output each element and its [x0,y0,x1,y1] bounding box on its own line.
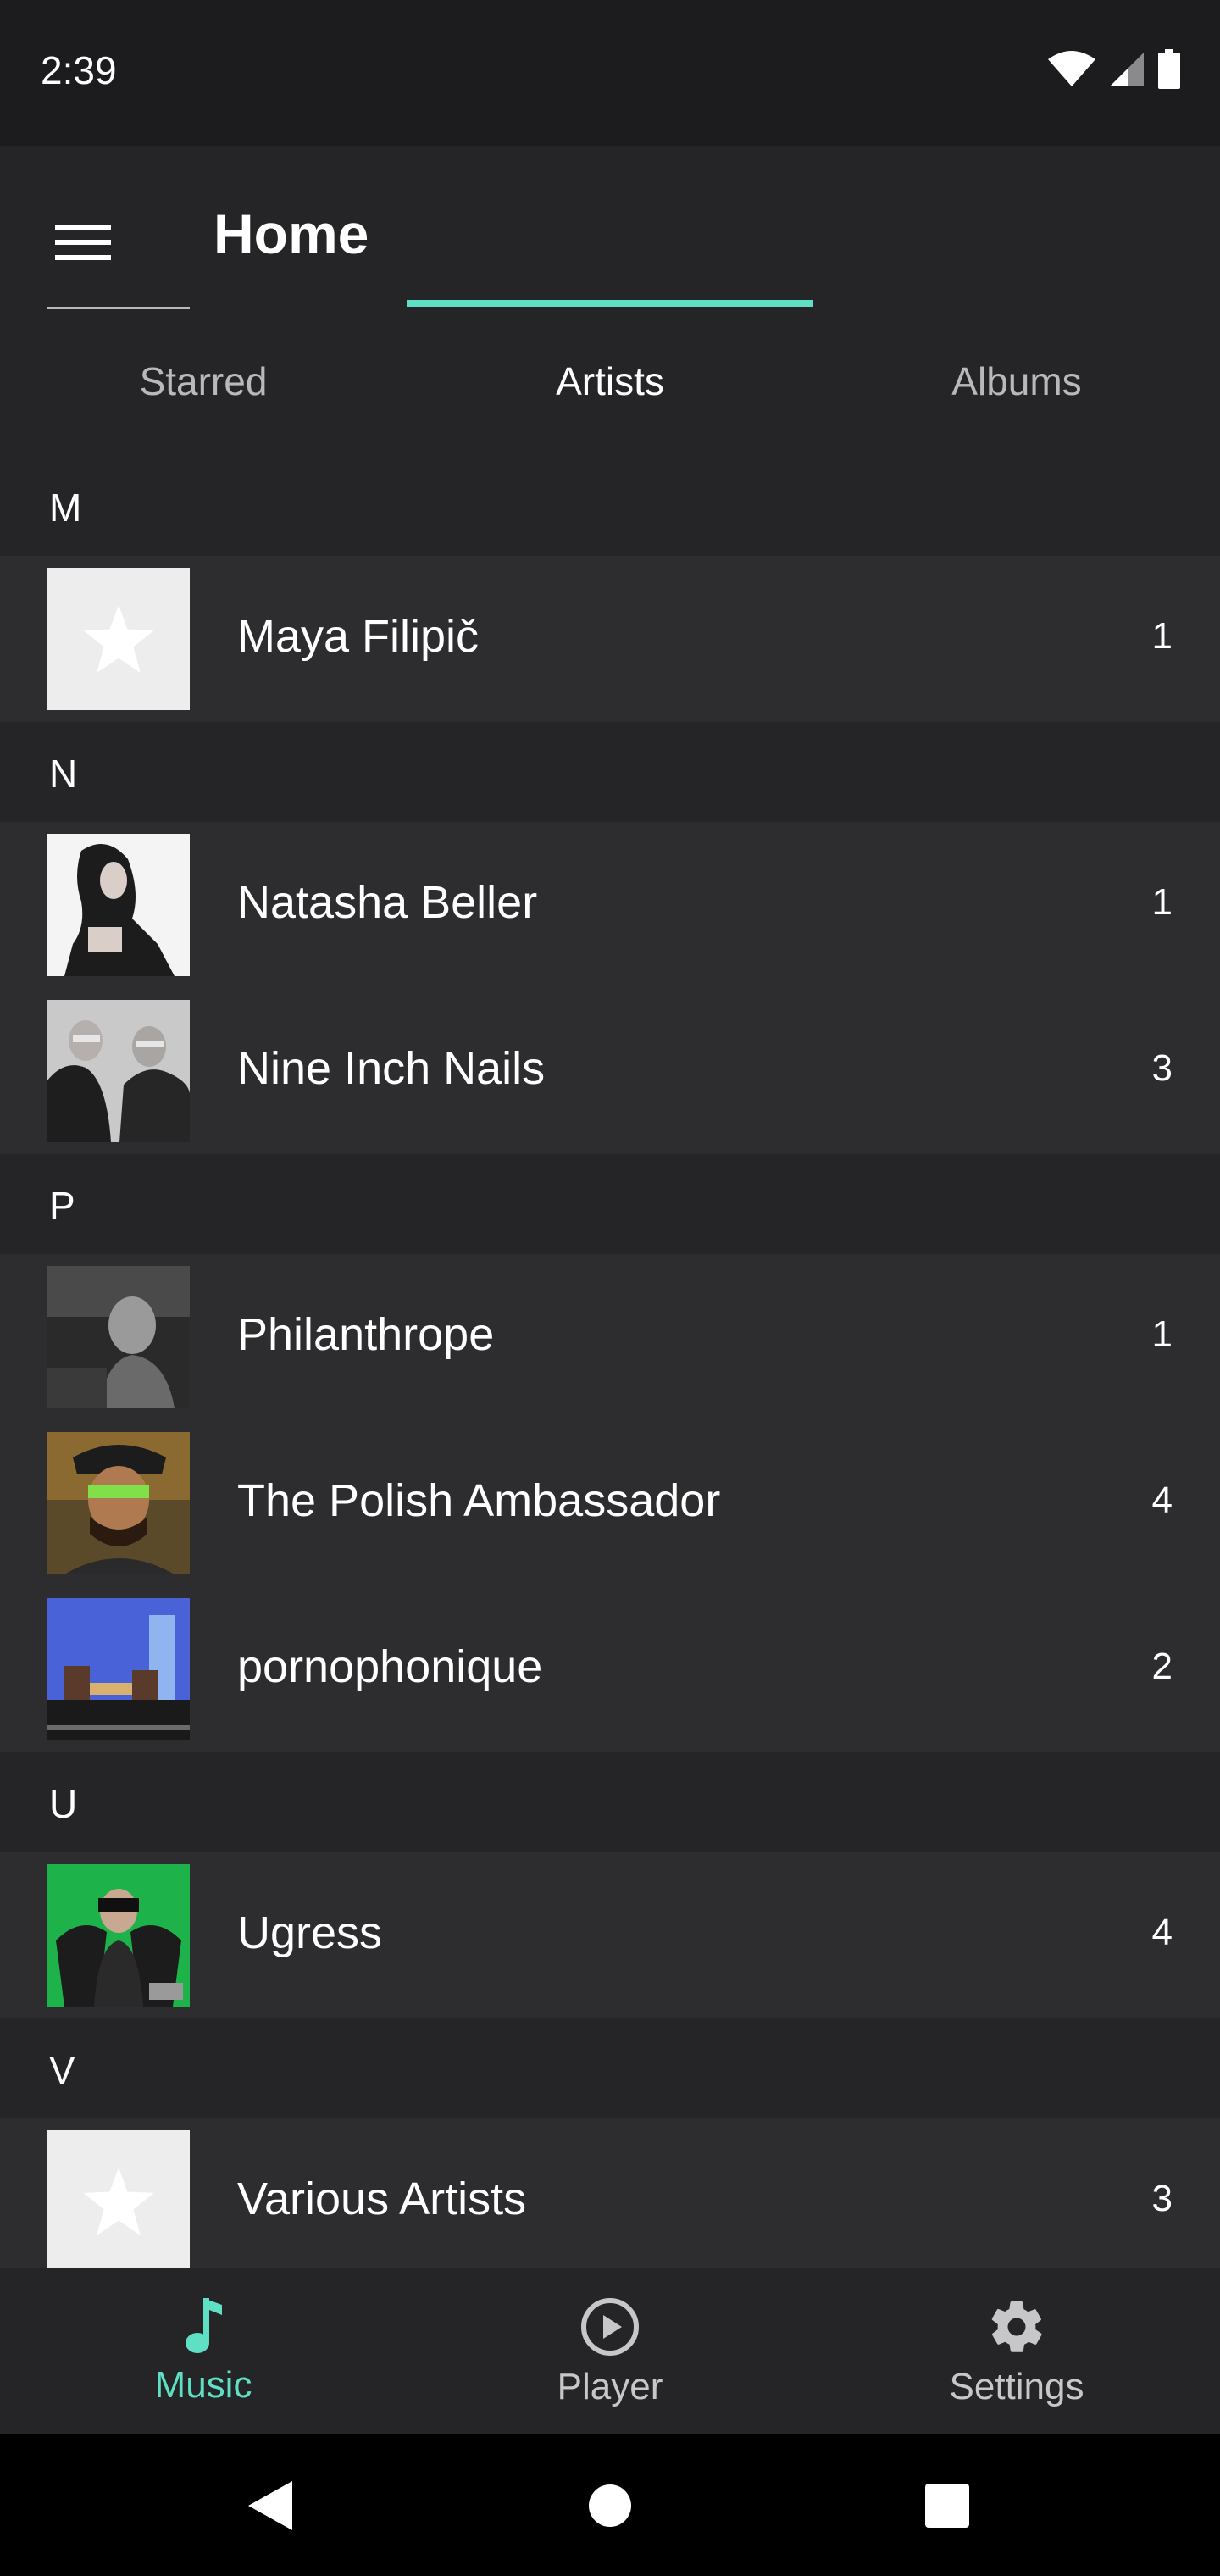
section-header-n: N [0,722,1220,822]
album-count: 1 [1151,881,1173,923]
artist-row[interactable]: Philanthrope 1 [0,1254,1220,1420]
section-header-m: M [0,456,1220,556]
tab-artists[interactable]: Artists [407,307,813,456]
artist-thumbnail-placeholder [47,568,190,710]
artist-name: Philanthrope [237,1309,495,1360]
gear-icon [991,2301,1042,2352]
section-header-v: V [0,2018,1220,2118]
artist-thumbnail [47,1864,190,2007]
artist-row[interactable]: pornophonique 2 [0,1586,1220,1752]
artist-photo [47,1266,190,1408]
menu-button[interactable] [47,207,119,278]
nav-settings[interactable]: Settings [813,2268,1220,2434]
artist-row[interactable]: Nine Inch Nails 3 [0,988,1220,1154]
wifi-icon [1048,51,1095,86]
artist-name: Nine Inch Nails [237,1043,546,1094]
artist-thumbnail [47,1266,190,1408]
recents-square-icon [925,2484,969,2528]
section-letter: M [49,486,82,530]
album-count: 1 [1151,615,1173,657]
status-icons [1047,49,1181,90]
artist-name: Ugress [237,1907,383,1958]
star-icon [83,605,154,673]
album-count: 4 [1151,1480,1173,1521]
nav-player-label: Player [557,2366,663,2407]
artist-thumbnail [47,1432,190,1574]
nav-music-label: Music [154,2364,252,2406]
artist-name: Maya Filipič [237,611,480,662]
album-count: 3 [1151,1047,1173,1089]
star-icon [83,2168,154,2235]
artist-photo [47,1432,190,1574]
cell-signal-icon [1110,53,1144,86]
album-count: 2 [1151,1646,1173,1687]
album-count: 3 [1151,2178,1173,2219]
artist-row[interactable]: Natasha Beller 1 [0,822,1220,988]
artist-photo [47,1598,190,1740]
artist-thumbnail-placeholder [47,2130,190,2268]
artist-row[interactable]: Various Artists 3 [0,2118,1220,2268]
status-bar: 2:39 [0,0,1220,146]
artist-thumbnail [47,1000,190,1142]
section-letter: P [49,1184,75,1228]
home-button[interactable] [572,2468,648,2544]
nav-player[interactable]: Player [407,2268,813,2434]
artist-name: The Polish Ambassador [237,1475,721,1526]
artist-name: Natasha Beller [237,877,538,928]
section-letter: N [49,752,78,796]
section-letter: V [49,2048,75,2092]
battery-icon [1158,49,1180,89]
tab-bar: Starred Artists Albums [0,307,1220,456]
back-triangle-icon [248,2481,292,2530]
nav-settings-label: Settings [949,2366,1084,2407]
artist-photo [47,1000,190,1142]
system-navigation-bar [0,2434,1220,2576]
nav-music[interactable]: Music [0,2268,407,2434]
artist-thumbnail [47,834,190,976]
artist-name: Various Artists [237,2174,527,2224]
status-time: 2:39 [41,48,117,92]
artist-row[interactable]: Ugress 4 [0,1852,1220,2018]
home-circle-icon [589,2484,631,2527]
artist-photo [47,834,190,976]
page-title: Home [214,203,369,265]
artist-row[interactable]: Maya Filipič 1 [0,556,1220,722]
tab-albums[interactable]: Albums [813,307,1220,456]
artist-thumbnail [47,1598,190,1740]
music-note-icon [186,2298,222,2353]
back-button[interactable] [232,2468,308,2544]
artist-list[interactable]: M Maya Filipič 1 N Natasha Beller 1 Nine… [0,456,1220,2268]
hamburger-menu-icon [55,225,111,260]
album-count: 1 [1151,1313,1173,1355]
artist-photo [47,1864,190,2007]
album-count: 4 [1151,1912,1173,1953]
bottom-navigation: Music Player Settings [0,2268,1220,2434]
recents-button[interactable] [909,2468,985,2544]
play-circle-icon [581,2298,639,2356]
tab-ghost-indicator [47,307,190,309]
artist-name: pornophonique [237,1641,543,1692]
active-tab-indicator [407,300,813,307]
section-header-p: P [0,1154,1220,1254]
section-letter: U [49,1782,78,1826]
tab-starred[interactable]: Starred [0,307,407,456]
artist-row[interactable]: The Polish Ambassador 4 [0,1420,1220,1586]
section-header-u: U [0,1752,1220,1852]
